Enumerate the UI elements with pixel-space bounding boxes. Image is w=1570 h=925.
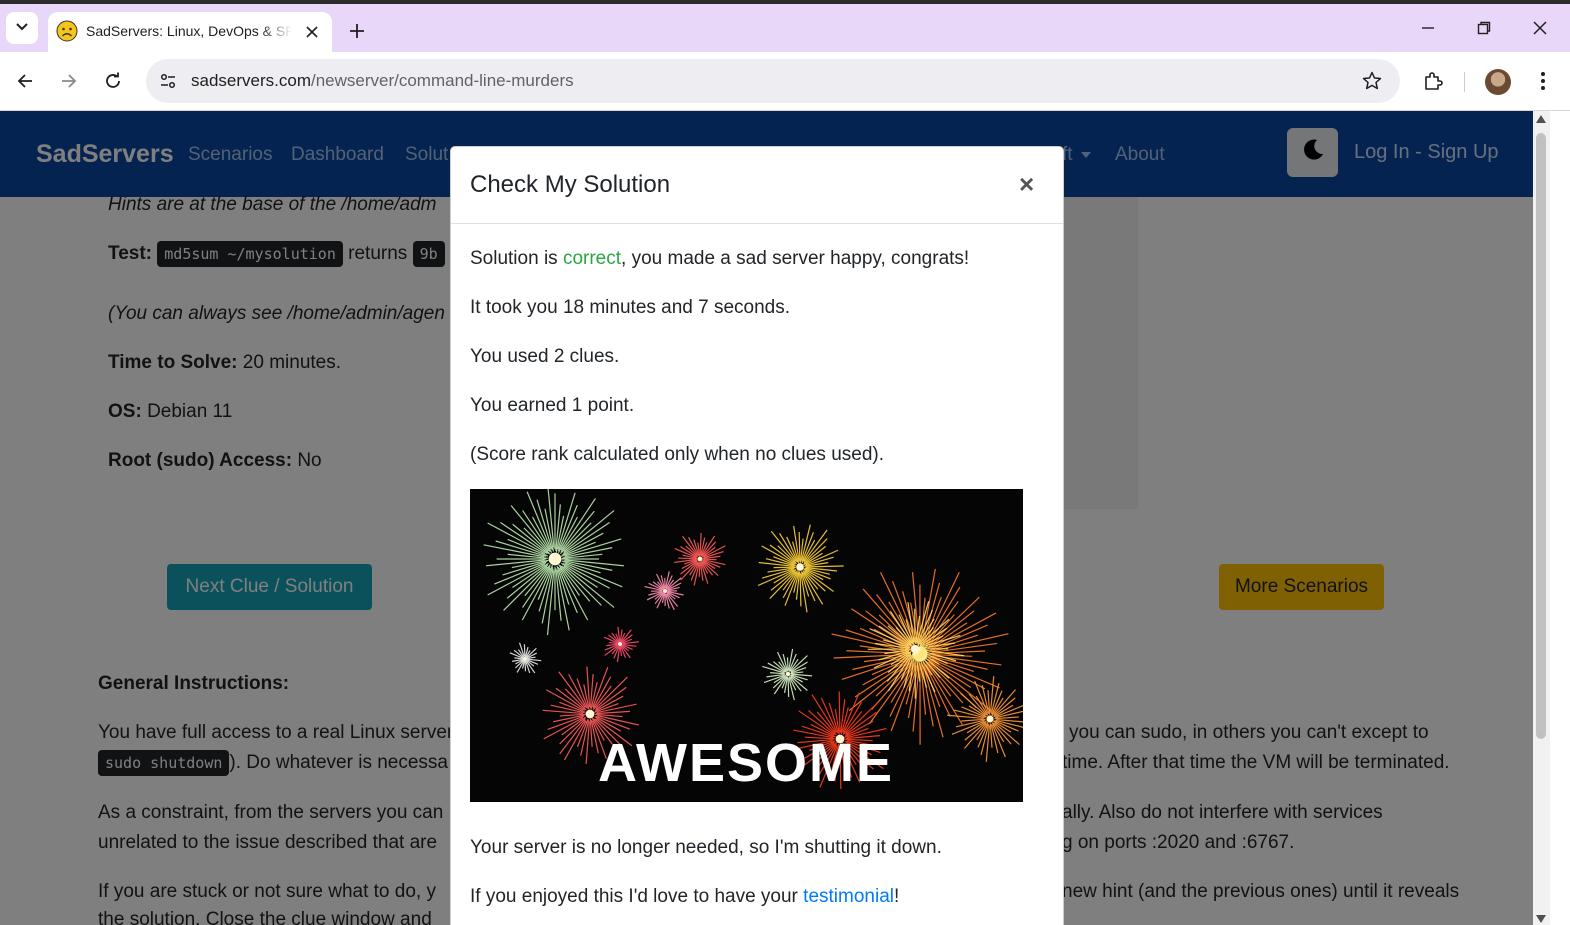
extensions-icon[interactable] [1420,68,1446,94]
tab-search-button[interactable] [6,12,38,44]
modal-header: Check My Solution × [451,147,1063,224]
firework-spark [798,531,801,562]
firework-core [697,556,703,562]
fireworks-image: AWESOME [470,489,1023,802]
minimize-icon[interactable] [1410,14,1446,42]
awesome-caption: AWESOME [598,733,894,793]
firework-core [585,709,595,719]
back-arrow-icon[interactable] [10,66,40,96]
firework-core [523,657,527,661]
close-icon[interactable] [302,22,322,42]
firework-core [910,644,920,654]
scroll-down-icon[interactable] [1536,915,1546,923]
address-bar[interactable]: sadservers.com/newserver/command-line-mu… [146,59,1400,103]
url-text[interactable]: sadservers.com/newserver/command-line-mu… [191,71,574,91]
check-solution-modal: Check My Solution × Solution is correct,… [450,146,1064,925]
tab-strip: SadServers: Linux, DevOps & SRE [0,4,1570,52]
window-edge [1550,111,1570,925]
window-close-icon[interactable] [1522,14,1558,42]
tab-title: SadServers: Linux, DevOps & SRE [86,23,292,39]
clues-used: You used 2 clues. [470,346,620,367]
firework-spark [787,677,790,697]
server-shutdown-text: Your server is no longer needed, so I'm … [470,837,942,858]
scroll-thumb[interactable] [1536,133,1546,739]
solution-status: Solution is correct, you made a sad serv… [470,248,970,269]
firework-core [618,642,622,646]
firework-spark [838,691,841,732]
web-page: SadServers Scenarios Dashboard Solut ft … [0,111,1533,925]
testimonial-link[interactable]: testimonial [803,886,894,907]
modal-close-button[interactable]: × [1019,171,1034,197]
avatar[interactable] [1485,69,1511,95]
reload-icon[interactable] [98,66,128,96]
restore-icon[interactable] [1466,14,1502,42]
url-path: /newserver/command-line-murders [310,71,574,90]
browser-toolbar: sadservers.com/newserver/command-line-mu… [0,52,1570,111]
points-earned: You earned 1 point. [470,395,635,416]
tab-search-icon [15,19,29,37]
forward-arrow-icon[interactable] [54,66,84,96]
score-rank-note: (Score rank calculated only when no clue… [470,444,885,465]
firework-core [548,552,562,566]
status-correct: correct [562,248,622,269]
modal-title: Check My Solution [470,171,671,198]
firework-core [663,589,667,593]
firework-core [796,563,804,571]
scroll-up-icon[interactable] [1536,115,1546,123]
browser-tab[interactable]: SadServers: Linux, DevOps & SRE [48,12,332,52]
sad-face-icon [56,20,78,42]
toolbar-separator [1464,72,1465,92]
url-host: sadservers.com [191,71,311,90]
page-scrollbar[interactable] [1533,111,1550,925]
time-taken: It took you 18 minutes and 7 seconds. [470,297,791,318]
plus-icon[interactable] [344,18,370,44]
testimonial-line: If you enjoyed this I'd love to have you… [470,886,900,907]
firework-spark [799,572,802,607]
firework-core [986,715,994,723]
star-icon[interactable] [1360,69,1384,93]
site-info-icon[interactable] [156,69,180,93]
firework-spark [773,566,797,569]
kebab-menu-icon[interactable] [1530,68,1556,94]
firework-spark [806,565,844,568]
firework-core [785,671,791,677]
